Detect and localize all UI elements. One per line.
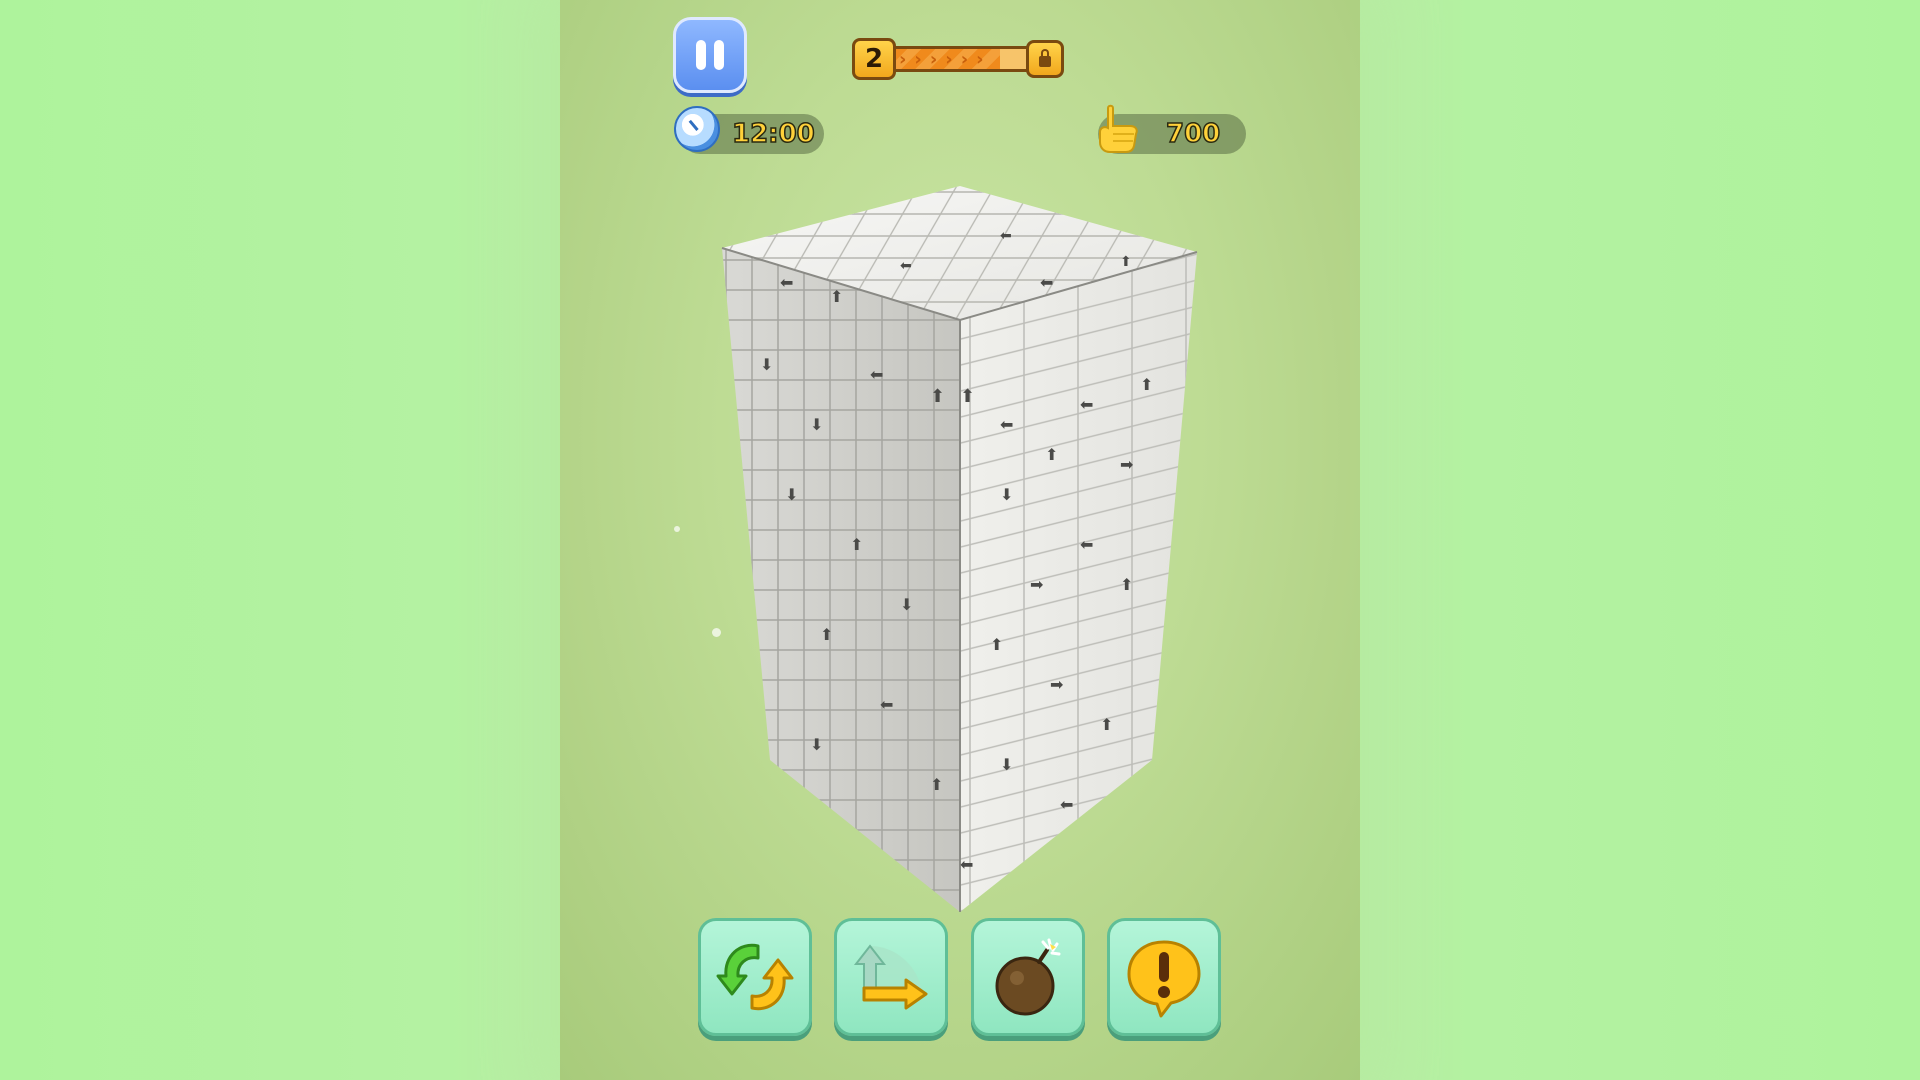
svg-text:⬆: ⬆ [960, 386, 975, 407]
tile-cube[interactable]: ⬅ ⬆ ⬅ ⬅ ⬅ ⬆ ⬆ ⬆ ⬅ ⬆ ⬅ ➡ ⬆ ⬇ ⬇ ⬅ ⬇ ⬅ ➡ ⬆ … [700, 170, 1220, 920]
pause-icon-bar [714, 40, 724, 70]
svg-text:⬆: ⬆ [1120, 254, 1132, 270]
svg-text:⬇: ⬇ [1000, 485, 1013, 504]
pause-button[interactable] [673, 17, 747, 93]
sparkle [674, 526, 680, 532]
exclamation-bubble-icon [1127, 940, 1201, 1018]
svg-text:⬅: ⬅ [900, 258, 912, 274]
svg-text:⬅: ⬅ [1060, 795, 1073, 814]
svg-text:⬇: ⬇ [900, 595, 913, 614]
hint-tool-button[interactable] [1107, 918, 1221, 1036]
background-right [1360, 0, 1920, 1080]
bomb-icon [995, 938, 1061, 1016]
timer-value: 12:00 [731, 118, 815, 150]
svg-text:⬆: ⬆ [1100, 715, 1113, 734]
svg-text:⬅: ⬅ [1080, 395, 1093, 414]
background-left [0, 0, 560, 1080]
svg-text:⬆: ⬆ [1140, 375, 1153, 394]
svg-text:⬆: ⬆ [990, 635, 1003, 654]
svg-text:⬆: ⬆ [820, 625, 833, 644]
level-progress-bar: 2 › › › › › › [852, 38, 1064, 80]
svg-text:⬅: ⬅ [780, 273, 793, 292]
move-tool-button[interactable] [834, 918, 948, 1036]
svg-text:⬆: ⬆ [930, 775, 943, 794]
bomb-tool-button[interactable] [971, 918, 1085, 1036]
svg-text:⬅: ⬅ [1080, 535, 1093, 554]
svg-text:⬇: ⬇ [760, 355, 773, 374]
corner-arrow-icon [853, 944, 928, 1010]
svg-text:⬅: ⬅ [1000, 415, 1013, 434]
svg-text:⬆: ⬆ [830, 287, 843, 306]
svg-text:⬅: ⬅ [880, 695, 893, 714]
svg-text:⬆: ⬆ [850, 535, 863, 554]
svg-text:⬅: ⬅ [960, 855, 973, 874]
svg-text:➡: ➡ [1120, 455, 1133, 474]
svg-text:⬆: ⬆ [1045, 445, 1058, 464]
svg-text:⬇: ⬇ [785, 485, 798, 504]
level-reward-lock [1026, 40, 1064, 78]
svg-text:⬅: ⬅ [1000, 228, 1012, 244]
svg-text:⬅: ⬅ [1040, 273, 1053, 292]
progress-chevrons: › › › › › › [899, 48, 984, 70]
svg-text:⬇: ⬇ [810, 735, 823, 754]
tap-counter-value: 700 [1165, 118, 1221, 150]
svg-text:⬇: ⬇ [810, 415, 823, 434]
svg-text:⬇: ⬇ [1000, 755, 1013, 774]
rotate-arrows-icon [716, 943, 794, 1011]
pointing-hand-icon [1099, 104, 1138, 153]
svg-text:⬅: ⬅ [870, 365, 883, 384]
svg-text:⬆: ⬆ [1120, 575, 1133, 594]
clock-icon [674, 106, 720, 152]
svg-text:➡: ➡ [1050, 675, 1063, 694]
rotate-tool-button[interactable] [698, 918, 812, 1036]
level-number: 2 [852, 38, 896, 80]
svg-text:➡: ➡ [1030, 575, 1043, 594]
pause-icon [696, 40, 706, 70]
svg-text:⬆: ⬆ [930, 386, 945, 407]
level-progress-track: › › › › › › [890, 46, 1030, 72]
lock-icon [1039, 49, 1051, 67]
